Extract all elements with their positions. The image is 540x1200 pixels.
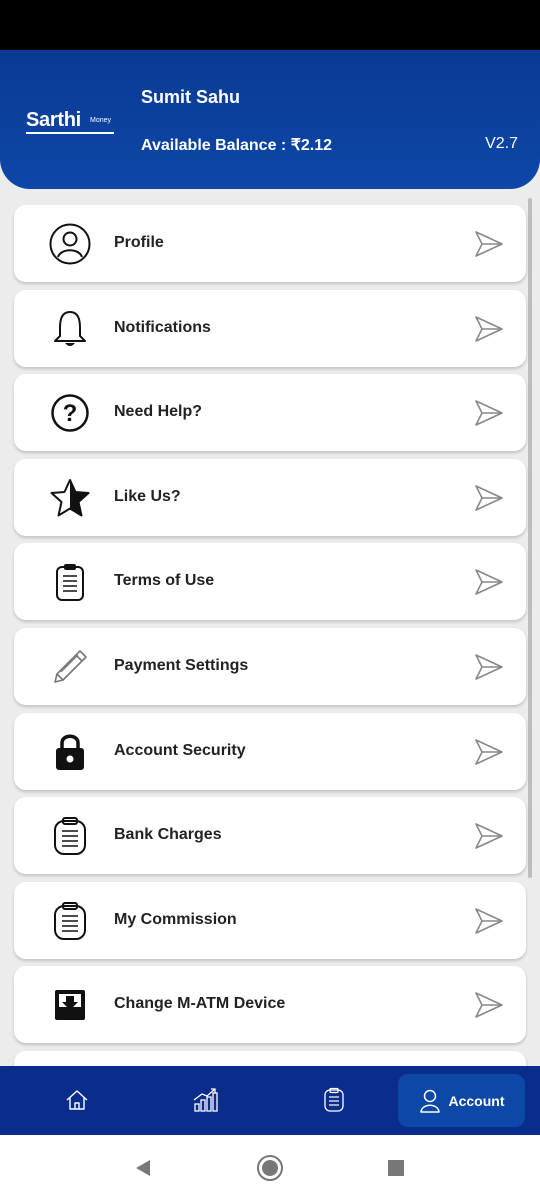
send-arrow-icon [474, 399, 504, 427]
recents-square-icon [388, 1160, 404, 1176]
question-circle-icon: ? [48, 391, 92, 435]
menu-item-profile[interactable]: Profile [14, 205, 526, 282]
user-icon [419, 1089, 440, 1113]
menu-item-label: Like Us? [114, 487, 181, 505]
lock-icon [48, 730, 92, 774]
send-arrow-icon [474, 568, 504, 596]
clipboard-icon [48, 560, 92, 604]
chart-icon [193, 1088, 218, 1112]
account-header: Sarthi Money Sumit Sahu Available Balanc… [0, 50, 540, 189]
menu-item-label: Bank Charges [114, 826, 222, 844]
menu-item-payment-settings[interactable]: Payment Settings [14, 627, 526, 705]
menu-item-notifications[interactable]: Notifications [14, 289, 526, 367]
clipboard-icon [48, 814, 92, 858]
home-icon [66, 1090, 88, 1110]
send-arrow-icon [474, 907, 504, 935]
svg-text:?: ? [63, 400, 78, 427]
sarthi-money-logo: Sarthi Money [26, 106, 116, 136]
menu-item-bank-charges[interactable]: Bank Charges [14, 797, 526, 875]
star-icon [48, 476, 92, 520]
nav-account-label: Account [448, 1092, 505, 1109]
menu-item-label: Notifications [114, 318, 211, 336]
scrollbar[interactable] [528, 198, 532, 878]
nav-account-active[interactable]: Account [398, 1074, 525, 1127]
menu-item-label: Payment Settings [114, 656, 249, 674]
logo-subtext: Money [90, 117, 112, 124]
back-button[interactable] [128, 1153, 158, 1183]
send-arrow-icon [474, 822, 504, 850]
menu-item-label: Account Security [114, 741, 246, 759]
nav-ledger[interactable] [317, 1083, 351, 1117]
nav-home[interactable] [60, 1083, 94, 1117]
menu-item-need-help[interactable]: ? Need Help? [14, 374, 526, 452]
send-arrow-icon [474, 230, 504, 258]
send-arrow-icon [474, 738, 504, 766]
menu-item-account-security[interactable]: Account Security [14, 712, 526, 790]
menu-item-label: My Commission [114, 910, 237, 928]
status-bar [0, 0, 540, 50]
bottom-navigation: Account [0, 1066, 540, 1135]
logo-underline [26, 132, 114, 134]
pencil-icon [48, 645, 92, 689]
download-box-icon [48, 983, 92, 1027]
menu-item-label: Need Help? [114, 403, 203, 421]
bell-icon [48, 307, 92, 351]
menu-item-like-us[interactable]: Like Us? [14, 458, 526, 536]
nav-reports[interactable] [188, 1083, 222, 1117]
back-triangle-icon [136, 1160, 150, 1176]
send-arrow-icon [474, 991, 504, 1019]
logo-text: Sarthi [26, 109, 81, 131]
system-navigation-bar [0, 1135, 540, 1200]
send-arrow-icon [474, 315, 504, 343]
menu-item-label: Terms of Use [114, 572, 215, 590]
user-circle-icon [48, 222, 92, 266]
send-arrow-icon [474, 653, 504, 681]
menu-item-change-matm-device[interactable]: Change M-ATM Device [14, 966, 526, 1044]
user-name: Sumit Sahu [141, 87, 241, 107]
send-arrow-icon [474, 484, 504, 512]
recents-button[interactable] [381, 1153, 411, 1183]
app-version: V2.7 [485, 135, 518, 152]
menu-item-terms-of-use[interactable]: Terms of Use [14, 543, 526, 621]
account-menu: Profile Notifications ? Need Help? Like … [14, 205, 526, 1136]
home-button[interactable] [255, 1153, 285, 1183]
menu-item-label: Profile [114, 234, 164, 251]
menu-item-my-commission[interactable]: My Commission [14, 881, 526, 959]
home-circle-icon [257, 1155, 283, 1181]
clipboard-icon [48, 899, 92, 943]
clipboard-icon [324, 1087, 344, 1112]
menu-item-label: Change M-ATM Device [114, 995, 286, 1013]
available-balance: Available Balance : ₹2.12 [141, 137, 333, 154]
